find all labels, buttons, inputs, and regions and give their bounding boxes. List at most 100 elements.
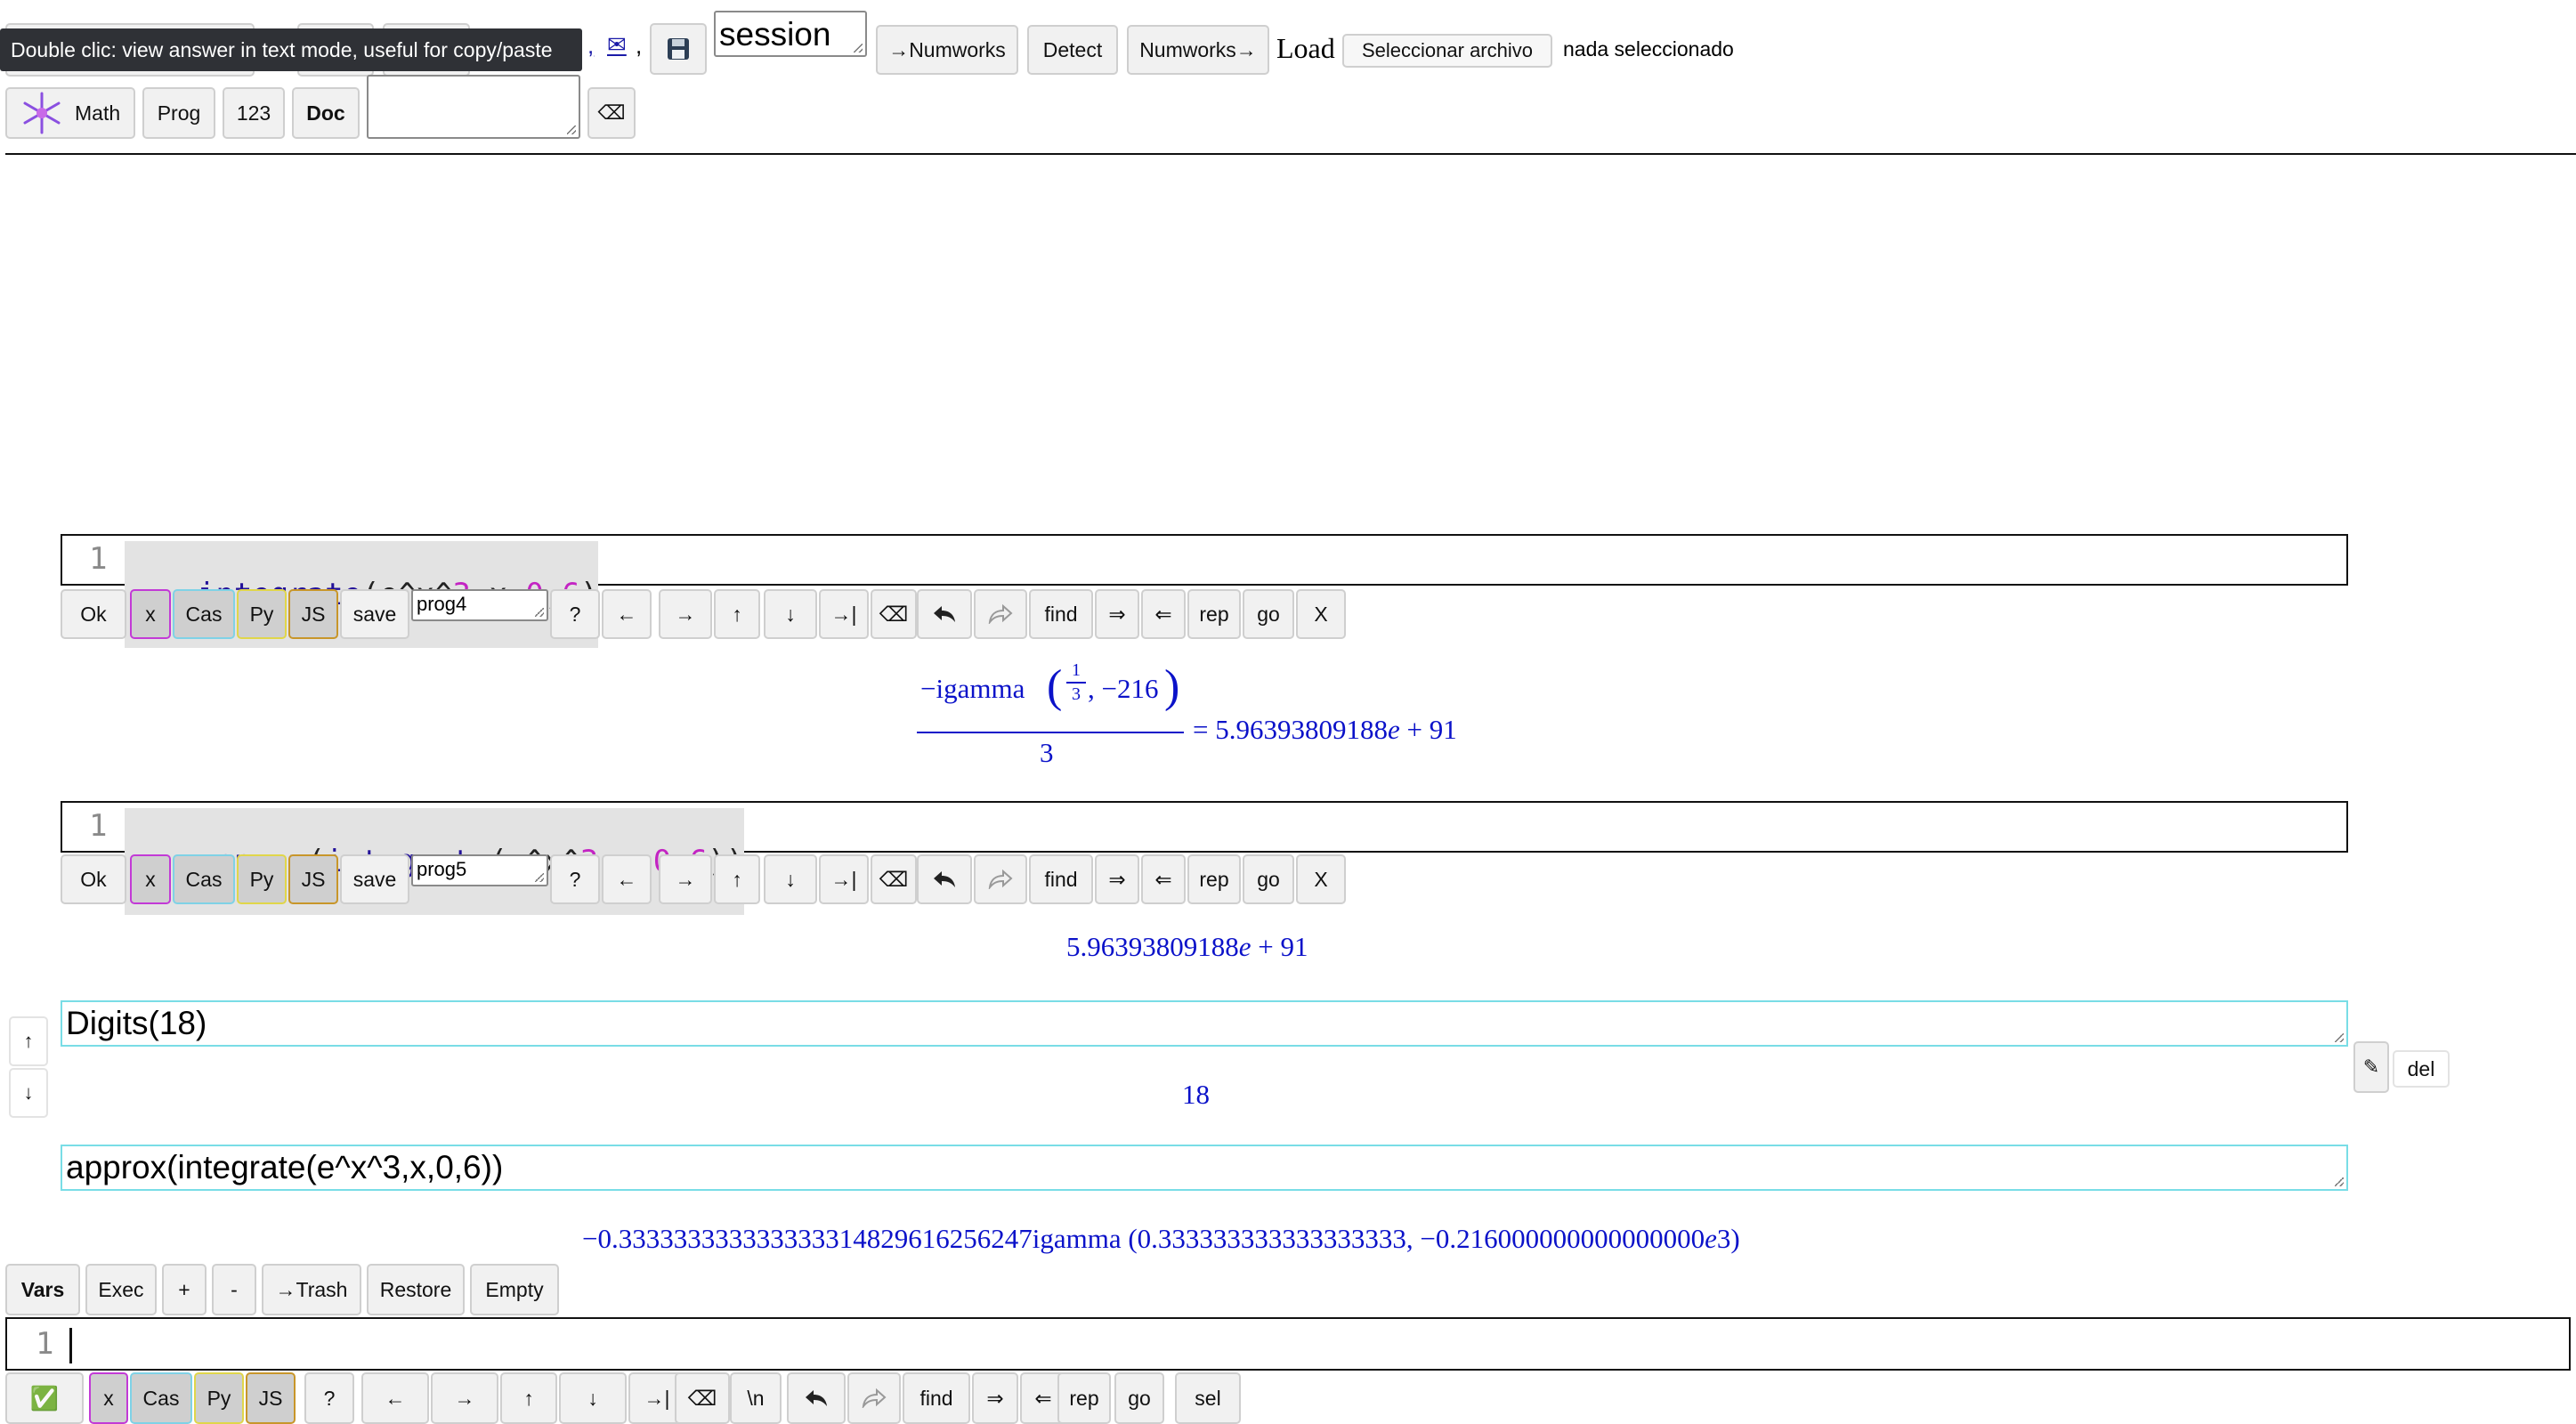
find-next-button[interactable]: ⇒ [1095, 854, 1139, 904]
numbers-button[interactable]: 123 [223, 87, 285, 139]
cursor-right-button[interactable]: → [659, 589, 712, 639]
find-next-button[interactable]: ⇒ [1095, 589, 1139, 639]
program-editor-prog4[interactable]: 1 integrate(e^x^3,x,0,6) [61, 534, 2348, 648]
program-name-input[interactable]: prog4 [411, 589, 548, 621]
cursor-left-button[interactable]: ← [602, 854, 652, 904]
history-input-text: Digits(18) [66, 1005, 207, 1041]
math-button[interactable]: Math [5, 87, 135, 139]
contact-link[interactable]: , [587, 32, 594, 60]
mode-js-button[interactable]: JS [246, 1372, 296, 1424]
restore-button[interactable]: Restore [367, 1264, 465, 1315]
backspace-button[interactable]: ⌫ [675, 1372, 730, 1424]
mode-py-button[interactable]: Py [237, 589, 287, 639]
redo-button[interactable] [974, 854, 1027, 904]
move-up-button[interactable]: ↑ [9, 1016, 48, 1066]
clear-input-button[interactable]: ⌫ [587, 87, 636, 139]
remove-cell-button[interactable]: - [212, 1264, 256, 1315]
replace-button[interactable]: rep [1187, 589, 1241, 639]
cursor-left-button[interactable]: ← [361, 1372, 429, 1424]
history-input-digits[interactable]: Digits(18) [61, 1000, 2348, 1047]
from-numworks-button[interactable]: Numworks→ [1127, 25, 1269, 75]
delete-cell-button[interactable]: del [2393, 1050, 2450, 1088]
help-button[interactable]: ? [550, 854, 600, 904]
find-prev-button[interactable]: ⇐ [1141, 589, 1186, 639]
ok-button[interactable]: Ok [61, 854, 126, 904]
program-editor-prog5[interactable]: 1 approx(integrate(e^x^3,x,0,6)) [61, 801, 2348, 915]
mode-cas-button[interactable]: Cas [130, 1372, 192, 1424]
cursor-up-button[interactable]: ↑ [714, 854, 760, 904]
go-button[interactable]: go [1243, 854, 1294, 904]
help-button[interactable]: ? [304, 1372, 354, 1424]
find-button[interactable]: find [1029, 854, 1093, 904]
evaluate-button[interactable]: ✅ [5, 1372, 84, 1424]
mode-py-button[interactable]: Py [194, 1372, 244, 1424]
redo-button[interactable] [847, 1372, 901, 1424]
mode-x-button[interactable]: x [130, 589, 171, 639]
go-button[interactable]: go [1243, 589, 1294, 639]
edit-cell-button[interactable]: ✎ [2353, 1041, 2389, 1093]
backspace-button[interactable]: ⌫ [871, 589, 917, 639]
tab-button[interactable]: →| [819, 854, 869, 904]
history-input-text: approx(integrate(e^x^3,x,0,6)) [66, 1149, 504, 1185]
to-numworks-button[interactable]: →Numworks [876, 25, 1018, 75]
undo-button[interactable] [787, 1372, 846, 1424]
replace-button[interactable]: rep [1187, 854, 1241, 904]
save-button[interactable]: save [340, 854, 409, 904]
history-input-approx[interactable]: approx(integrate(e^x^3,x,0,6)) [61, 1145, 2348, 1191]
detect-button[interactable]: Detect [1027, 25, 1118, 75]
help-button[interactable]: ? [550, 589, 600, 639]
save-session-button[interactable] [650, 23, 707, 75]
cursor-left-button[interactable]: ← [602, 589, 652, 639]
cursor-down-button[interactable]: ↓ [764, 589, 817, 639]
select-button[interactable]: sel [1175, 1372, 1241, 1424]
mode-cas-button[interactable]: Cas [173, 854, 235, 904]
exec-button[interactable]: Exec [85, 1264, 157, 1315]
trash-button[interactable]: →Trash [262, 1264, 361, 1315]
doc-button[interactable]: Doc [292, 87, 360, 139]
undo-button[interactable] [917, 854, 972, 904]
mode-x-button[interactable]: x [89, 1372, 128, 1424]
mode-js-button[interactable]: JS [288, 854, 338, 904]
find-button[interactable]: find [1029, 589, 1093, 639]
program-name-input[interactable]: prog5 [411, 854, 548, 886]
add-cell-button[interactable]: + [162, 1264, 207, 1315]
close-editor-button[interactable]: X [1296, 854, 1346, 904]
choose-file-button[interactable]: Seleccionar archivo [1342, 34, 1552, 68]
redo-button[interactable] [974, 589, 1027, 639]
ok-button[interactable]: Ok [61, 589, 126, 639]
mode-js-button[interactable]: JS [288, 589, 338, 639]
close-editor-button[interactable]: X [1296, 589, 1346, 639]
mail-icon[interactable]: ✉ [607, 32, 627, 59]
find-next-button[interactable]: ⇒ [972, 1372, 1018, 1424]
cursor-right-button[interactable]: → [431, 1372, 498, 1424]
find-button[interactable]: find [903, 1372, 970, 1424]
vars-button[interactable]: Vars [5, 1264, 80, 1315]
undo-icon [806, 1390, 827, 1406]
cursor-up-button[interactable]: ↑ [500, 1372, 557, 1424]
replace-button[interactable]: rep [1057, 1372, 1111, 1424]
go-button[interactable]: go [1114, 1372, 1164, 1424]
newline-button[interactable]: \n [730, 1372, 782, 1424]
mode-py-button[interactable]: Py [237, 854, 287, 904]
cursor-up-button[interactable]: ↑ [714, 589, 760, 639]
backspace-button[interactable]: ⌫ [871, 854, 917, 904]
cursor-right-button[interactable]: → [659, 854, 712, 904]
undo-button[interactable] [917, 589, 972, 639]
cursor-down-button[interactable]: ↓ [559, 1372, 627, 1424]
save-button[interactable]: save [340, 589, 409, 639]
open-paren: ( [1047, 661, 1063, 712]
command-line-editor[interactable]: 1 [5, 1317, 2571, 1371]
move-down-button[interactable]: ↓ [9, 1068, 48, 1118]
cursor-down-button[interactable]: ↓ [764, 854, 817, 904]
prog-button[interactable]: Prog [142, 87, 215, 139]
mode-cas-button[interactable]: Cas [173, 589, 235, 639]
find-prev-button[interactable]: ⇐ [1141, 854, 1186, 904]
mode-x-button[interactable]: x [130, 854, 171, 904]
down-arrow-icon: ↓ [23, 1081, 34, 1104]
doc-textarea[interactable] [367, 75, 580, 139]
file-status: nada seleccionado [1563, 37, 1734, 61]
session-input[interactable]: session [714, 11, 867, 57]
line-number: 1 [36, 1326, 54, 1362]
empty-button[interactable]: Empty [470, 1264, 559, 1315]
tab-button[interactable]: →| [819, 589, 869, 639]
